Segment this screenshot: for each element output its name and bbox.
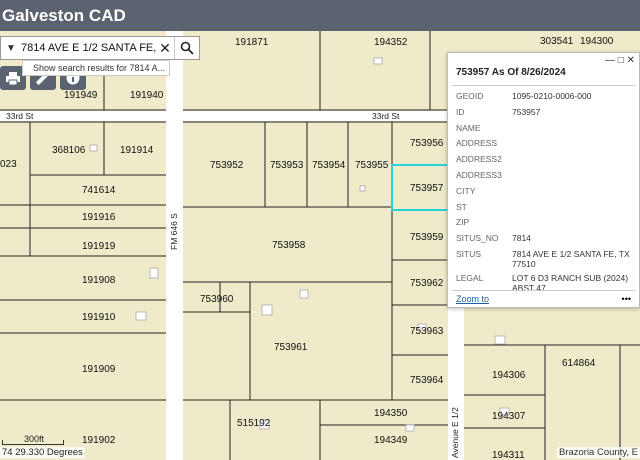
parcel-label[interactable]: 191919 (82, 241, 116, 252)
more-options-icon[interactable]: ••• (622, 294, 631, 304)
popup-window-controls[interactable]: — □ ✕ (605, 55, 635, 66)
parcel-label[interactable]: 753964 (410, 375, 444, 386)
search-button[interactable] (174, 37, 199, 59)
popup-footer: Zoom to ••• (456, 294, 631, 304)
coordinate-readout: 74 29.330 Degrees (0, 447, 85, 458)
app-header: Galveston CAD (0, 0, 640, 31)
parcel-label[interactable]: 515192 (237, 418, 271, 429)
parcel-label[interactable]: 753955 (355, 160, 389, 171)
parcel-label[interactable]: 191871 (235, 37, 269, 48)
parcel-label[interactable]: 753952 (210, 160, 244, 171)
parcel-label[interactable]: 191909 (82, 364, 116, 375)
parcel-label[interactable]: 303541 (540, 36, 574, 47)
parcel-label[interactable]: 368106 (52, 145, 86, 156)
attr-row: ZIP (456, 217, 470, 228)
search-input[interactable]: 7814 AVE E 1/2 SANTA FE, (21, 42, 156, 54)
road-label-ave-e-half: Avenue E 1/2 (450, 407, 460, 458)
attr-row: ADDRESS2 (456, 154, 502, 165)
parcel-label[interactable]: 753953 (270, 160, 304, 171)
parcel-label[interactable]: 753958 (272, 240, 306, 251)
search-icon (180, 41, 194, 55)
attr-row: NAME (456, 122, 481, 133)
parcel-label[interactable]: 753961 (274, 342, 308, 353)
popup-attributes: GEOID 1095-0210-0006-000 ID 753957 NAME AD… (456, 91, 635, 293)
popup-footer-divider (452, 290, 635, 291)
parcel-label[interactable]: 753956 (410, 138, 444, 149)
parcel-label[interactable]: 753960 (200, 294, 234, 305)
parcel-label[interactable]: 741614 (82, 185, 116, 196)
parcel-popup: — □ ✕ 753957 As Of 8/26/2024 GEOID 1095-0… (447, 52, 640, 308)
parcel-label[interactable]: 023 (0, 159, 17, 170)
parcel-label[interactable]: 191914 (120, 145, 154, 156)
parcel-label[interactable]: 191940 (130, 90, 164, 101)
zoom-to-link[interactable]: Zoom to (456, 294, 489, 304)
parcel-label[interactable]: 194300 (580, 36, 614, 47)
parcel-label[interactable]: 191908 (82, 275, 116, 286)
parcel-label[interactable]: 194311 (492, 450, 525, 460)
parcel-label[interactable]: 191916 (82, 212, 116, 223)
parcel-label[interactable]: 753963 (410, 326, 444, 337)
road-label-fm646: FM 646 S (169, 213, 179, 250)
parcel-label[interactable]: 194350 (374, 408, 408, 419)
parcel-label[interactable]: 191910 (82, 312, 116, 323)
parcel-label[interactable]: 191949 (64, 90, 98, 101)
parcel-label[interactable]: 753957 (410, 183, 444, 194)
parcel-label[interactable]: 191902 (82, 435, 116, 446)
attr-row: SITUS 7814 AVE E 1/2 SANTA FE, TX 77510 (456, 248, 630, 269)
attr-row: GEOID 1095-0210-0006-000 (456, 91, 592, 101)
close-icon[interactable]: ✕ (156, 40, 174, 57)
parcel-label[interactable]: 194306 (492, 370, 526, 381)
parcel-label[interactable]: 194349 (374, 435, 408, 446)
attr-row: ST (456, 201, 467, 212)
attr-row: ADDRESS (456, 138, 498, 149)
popup-title: 753957 As Of 8/26/2024 (456, 67, 566, 78)
attr-row: ID 753957 (456, 106, 541, 117)
scale-label: 300ft (24, 434, 45, 444)
attr-row: ADDRESS3 (456, 169, 502, 180)
parcel-label[interactable]: 753959 (410, 232, 444, 243)
attr-row: CITY (456, 185, 476, 196)
road-label-33rd-east: 33rd St (372, 111, 400, 121)
search-bar[interactable]: ▼ 7814 AVE E 1/2 SANTA FE, ✕ (0, 36, 200, 60)
popup-divider (452, 85, 635, 86)
app-title: Galveston CAD (2, 6, 126, 25)
printer-icon (6, 71, 20, 85)
chevron-down-icon[interactable]: ▼ (1, 43, 21, 54)
search-suggestion[interactable]: Show search results for 7814 A... (22, 60, 170, 76)
map-attribution: Brazoria County, E (556, 447, 640, 458)
parcel-label[interactable]: 614864 (562, 358, 596, 369)
parcel-label[interactable]: 753962 (410, 278, 444, 289)
parcel-label[interactable]: 753954 (312, 160, 346, 171)
parcel-label[interactable]: 194352 (374, 37, 408, 48)
attr-row: SITUS_NO 7814 (456, 233, 531, 244)
road-label-33rd-west: 33rd St (6, 111, 34, 121)
parcel-label[interactable]: 194307 (492, 411, 526, 422)
